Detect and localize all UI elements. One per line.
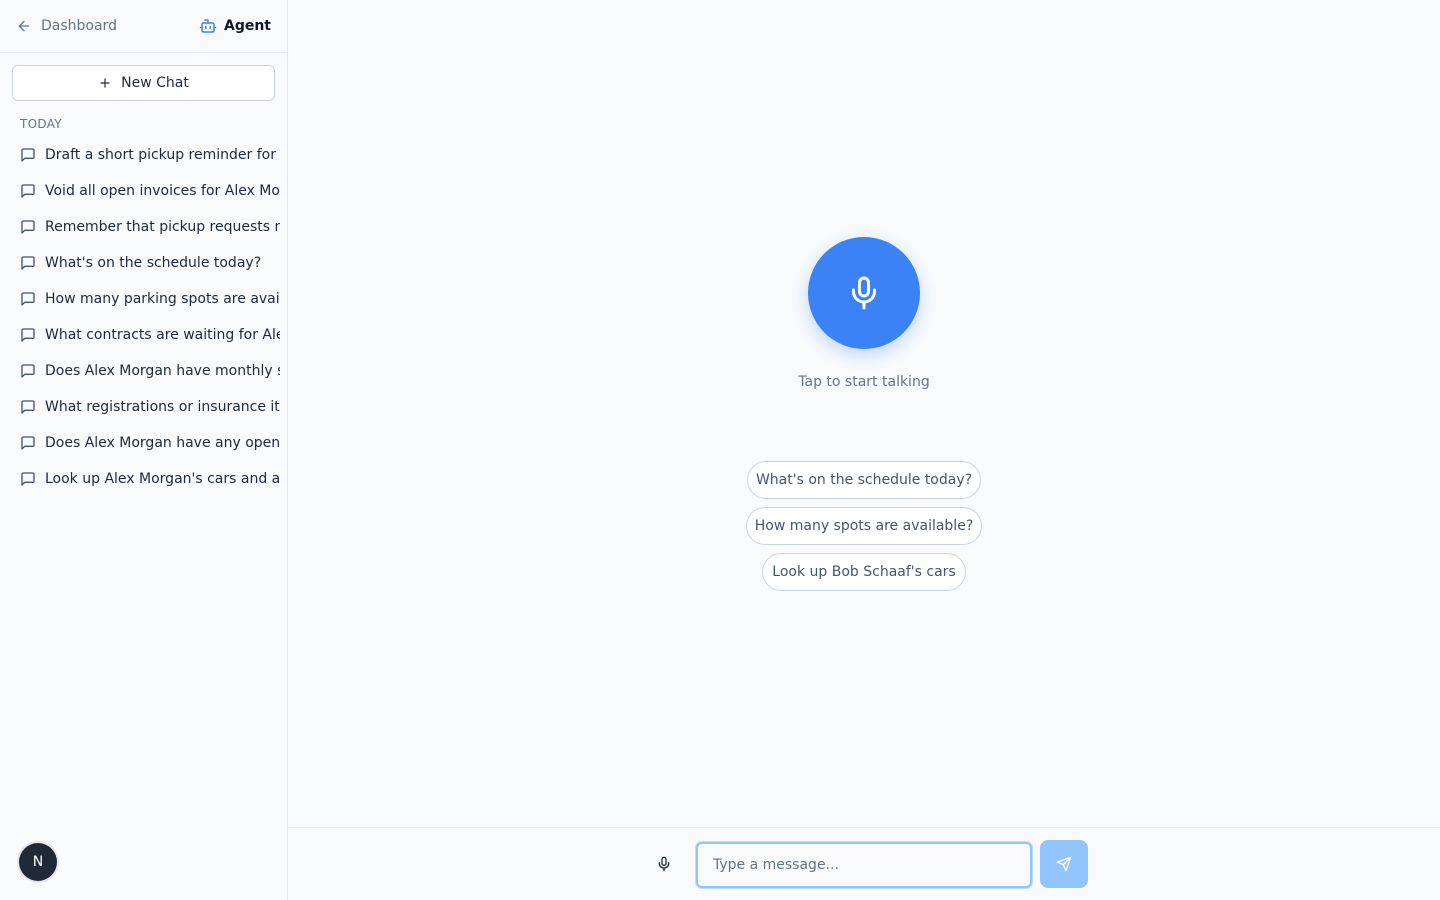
sidebar: Dashboard Agent New Chat TODAY Draft a s… bbox=[0, 0, 288, 900]
chat-history-label: Void all open invoices for Alex Morg bbox=[45, 183, 280, 199]
chat-history-item[interactable]: What registrations or insurance iten bbox=[12, 389, 280, 425]
chat-history-item[interactable]: What's on the schedule today? bbox=[12, 245, 280, 281]
chat-history-label: What contracts are waiting for Alex I bbox=[45, 327, 280, 343]
chat-history-label: What's on the schedule today? bbox=[45, 255, 262, 271]
chat-history-item[interactable]: Does Alex Morgan have monthly sto bbox=[12, 353, 280, 389]
chat-history-label: Does Alex Morgan have any open in bbox=[45, 435, 280, 451]
chat-history-item[interactable]: Remember that pickup requests nee bbox=[12, 209, 280, 245]
bot-icon bbox=[199, 19, 217, 33]
back-link-label: Dashboard bbox=[41, 18, 117, 34]
new-chat-button[interactable]: New Chat bbox=[12, 65, 275, 101]
agent-title-label: Agent bbox=[223, 18, 271, 34]
sidebar-header: Dashboard Agent bbox=[0, 0, 287, 53]
suggestion-chip[interactable]: Look up Bob Schaaf's cars bbox=[762, 553, 966, 591]
chat-history-label: Draft a short pickup reminder for Al bbox=[45, 147, 280, 163]
chat-history-label: Look up Alex Morgan's cars and any bbox=[45, 471, 280, 487]
chat-history-item[interactable]: How many parking spots are availab bbox=[12, 281, 280, 317]
section-label-today: TODAY bbox=[20, 117, 62, 131]
message-square-icon bbox=[21, 328, 35, 342]
chat-history-label: How many parking spots are availab bbox=[45, 291, 280, 307]
message-square-icon bbox=[21, 220, 35, 234]
plus-icon bbox=[100, 78, 110, 88]
chat-history-item[interactable]: Void all open invoices for Alex Morg bbox=[12, 173, 280, 209]
suggestion-chip[interactable]: How many spots are available? bbox=[746, 507, 982, 545]
message-square-icon bbox=[21, 148, 35, 162]
message-square-icon bbox=[21, 292, 35, 306]
main-panel: Tap to start talking What's on the sched… bbox=[288, 0, 1440, 827]
agent-title: Agent bbox=[199, 17, 271, 35]
mic-icon bbox=[852, 276, 876, 310]
chat-history-item[interactable]: Look up Alex Morgan's cars and any bbox=[12, 461, 280, 497]
voice-start-button[interactable] bbox=[808, 237, 920, 349]
message-square-icon bbox=[21, 472, 35, 486]
message-square-icon bbox=[21, 364, 35, 378]
arrow-left-icon bbox=[18, 20, 30, 32]
chat-history-label: Does Alex Morgan have monthly sto bbox=[45, 363, 280, 379]
new-chat-label: New Chat bbox=[121, 75, 189, 91]
chat-history-item[interactable]: Draft a short pickup reminder for Al bbox=[12, 137, 280, 173]
chat-history-label: Remember that pickup requests nee bbox=[45, 219, 280, 235]
suggestion-chip[interactable]: What's on the schedule today? bbox=[747, 461, 981, 499]
send-icon bbox=[1056, 856, 1072, 872]
chat-history-item[interactable]: Does Alex Morgan have any open in bbox=[12, 425, 280, 461]
mic-icon[interactable] bbox=[656, 856, 672, 872]
send-button[interactable] bbox=[1040, 840, 1088, 888]
message-square-icon bbox=[21, 436, 35, 450]
chat-history-list: Draft a short pickup reminder for Al Voi… bbox=[12, 137, 280, 497]
back-to-dashboard-link[interactable]: Dashboard bbox=[16, 18, 117, 34]
message-input[interactable] bbox=[696, 842, 1032, 888]
composer-bar bbox=[288, 827, 1440, 900]
voice-hint-text: Tap to start talking bbox=[798, 374, 930, 390]
message-square-icon bbox=[21, 400, 35, 414]
user-avatar[interactable]: N bbox=[19, 843, 57, 881]
chat-history-item[interactable]: What contracts are waiting for Alex I bbox=[12, 317, 280, 353]
message-square-icon bbox=[21, 184, 35, 198]
message-square-icon bbox=[21, 256, 35, 270]
chat-history-label: What registrations or insurance iten bbox=[45, 399, 280, 415]
